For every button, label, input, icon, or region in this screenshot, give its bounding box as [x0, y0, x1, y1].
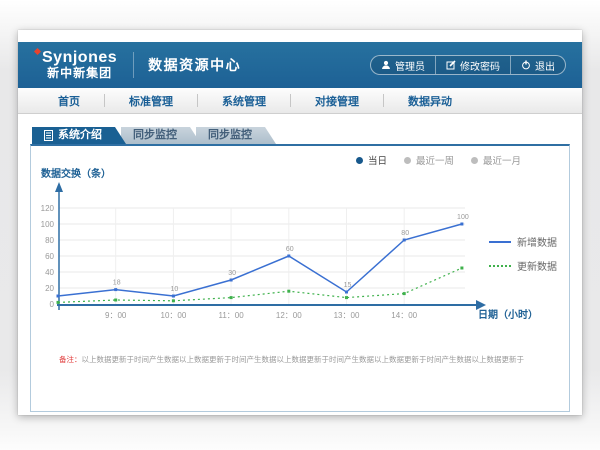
footnote-text: 以上数据更新于时间产生数据以上数据更新于时间产生数据以上数据更新于时间产生数据以… [82, 355, 525, 364]
logo-company-name: 新中新集团 [42, 67, 117, 80]
legend-label: 更新数据 [517, 258, 557, 273]
main-navigation: 首页 标准管理 系统管理 对接管理 数据异动 [18, 88, 582, 114]
svg-text:100: 100 [457, 214, 469, 221]
admin-label: 管理员 [395, 58, 425, 73]
change-password-button[interactable]: 修改密码 [436, 56, 510, 74]
logo-accent-mark [34, 48, 41, 55]
dotted-line-swatch-icon [489, 265, 511, 267]
tab-label: 系统介绍 [58, 127, 102, 144]
radio-dot-icon [404, 157, 411, 164]
document-icon [44, 130, 53, 141]
logo-wordmark: Synjones [42, 50, 117, 67]
tab-sync-monitor-1[interactable]: 同步监控 [121, 127, 201, 144]
svg-text:30: 30 [228, 270, 236, 277]
user-icon [381, 60, 391, 70]
footnote: 备注：以上数据更新于时间产生数据以上数据更新于时间产生数据以上数据更新于时间产生… [31, 354, 569, 365]
svg-text:60: 60 [286, 246, 294, 253]
edit-icon [446, 60, 456, 70]
svg-text:60: 60 [45, 252, 54, 261]
app-window: Synjones 新中新集团 数据资源中心 管理员 修改密码 [18, 30, 582, 415]
nav-item-system-management[interactable]: 系统管理 [198, 93, 290, 109]
change-password-label: 修改密码 [460, 58, 500, 73]
svg-text:20: 20 [45, 284, 54, 293]
svg-text:80: 80 [45, 236, 54, 245]
app-header: Synjones 新中新集团 数据资源中心 管理员 修改密码 [18, 42, 582, 88]
svg-text:10: 10 [171, 286, 179, 293]
tab-bar: 系统介绍 同步监控 同步监控 [32, 127, 570, 144]
nav-item-standard-management[interactable]: 标准管理 [105, 93, 197, 109]
svg-text:数据交换（条）: 数据交换（条） [41, 167, 111, 180]
svg-text:120: 120 [41, 204, 55, 213]
svg-text:18: 18 [113, 280, 121, 287]
header-divider [133, 52, 134, 78]
svg-text:12：00: 12：00 [276, 311, 302, 320]
tab-label: 同步监控 [208, 129, 252, 141]
legend-item-updated-data: 更新数据 [489, 258, 557, 273]
legend-label: 新增数据 [517, 234, 557, 249]
footnote-label: 备注： [59, 355, 82, 364]
radio-dot-icon [356, 157, 363, 164]
svg-text:11：00: 11：00 [218, 311, 244, 320]
svg-text:15: 15 [344, 282, 352, 289]
nav-item-home[interactable]: 首页 [34, 93, 104, 109]
legend-item-new-data: 新增数据 [489, 234, 557, 249]
main-content: 系统介绍 同步监控 同步监控 当日 最近一周 [18, 127, 582, 412]
user-toolbar: 管理员 修改密码 退出 [370, 55, 566, 75]
svg-text:13：00: 13：00 [334, 311, 360, 320]
chart-legend: 新增数据 更新数据 [489, 234, 557, 273]
svg-text:10：00: 10：00 [161, 311, 187, 320]
solid-line-swatch-icon [489, 241, 511, 243]
admin-user-button[interactable]: 管理员 [371, 56, 435, 74]
svg-text:14：00: 14：00 [391, 311, 417, 320]
page-title: 数据资源中心 [148, 55, 241, 75]
svg-text:100: 100 [41, 220, 55, 229]
window-top-strip [18, 30, 582, 42]
logout-label: 退出 [535, 58, 555, 73]
logout-button[interactable]: 退出 [511, 56, 565, 74]
radio-dot-icon [471, 157, 478, 164]
power-icon [521, 60, 531, 70]
nav-item-interface-management[interactable]: 对接管理 [291, 93, 383, 109]
svg-text:80: 80 [401, 230, 409, 237]
svg-text:40: 40 [45, 268, 54, 277]
nav-item-data-change[interactable]: 数据异动 [384, 93, 476, 109]
brand-logo: Synjones 新中新集团 [42, 50, 117, 79]
chart-panel: 当日 最近一周 最近一月 0204060801001209：0010：0011：… [30, 144, 570, 412]
tab-label: 同步监控 [133, 129, 177, 141]
svg-text:日期（小时）: 日期（小时） [478, 308, 538, 321]
svg-text:0: 0 [50, 300, 55, 309]
svg-text:9：00: 9：00 [105, 311, 127, 320]
tab-sync-monitor-2[interactable]: 同步监控 [196, 127, 276, 144]
tab-system-intro[interactable]: 系统介绍 [32, 127, 126, 144]
line-chart: 0 20 40 60 80 100 120 9：00 10：00 11：00 12：00 13：00 1… [33, 164, 563, 326]
